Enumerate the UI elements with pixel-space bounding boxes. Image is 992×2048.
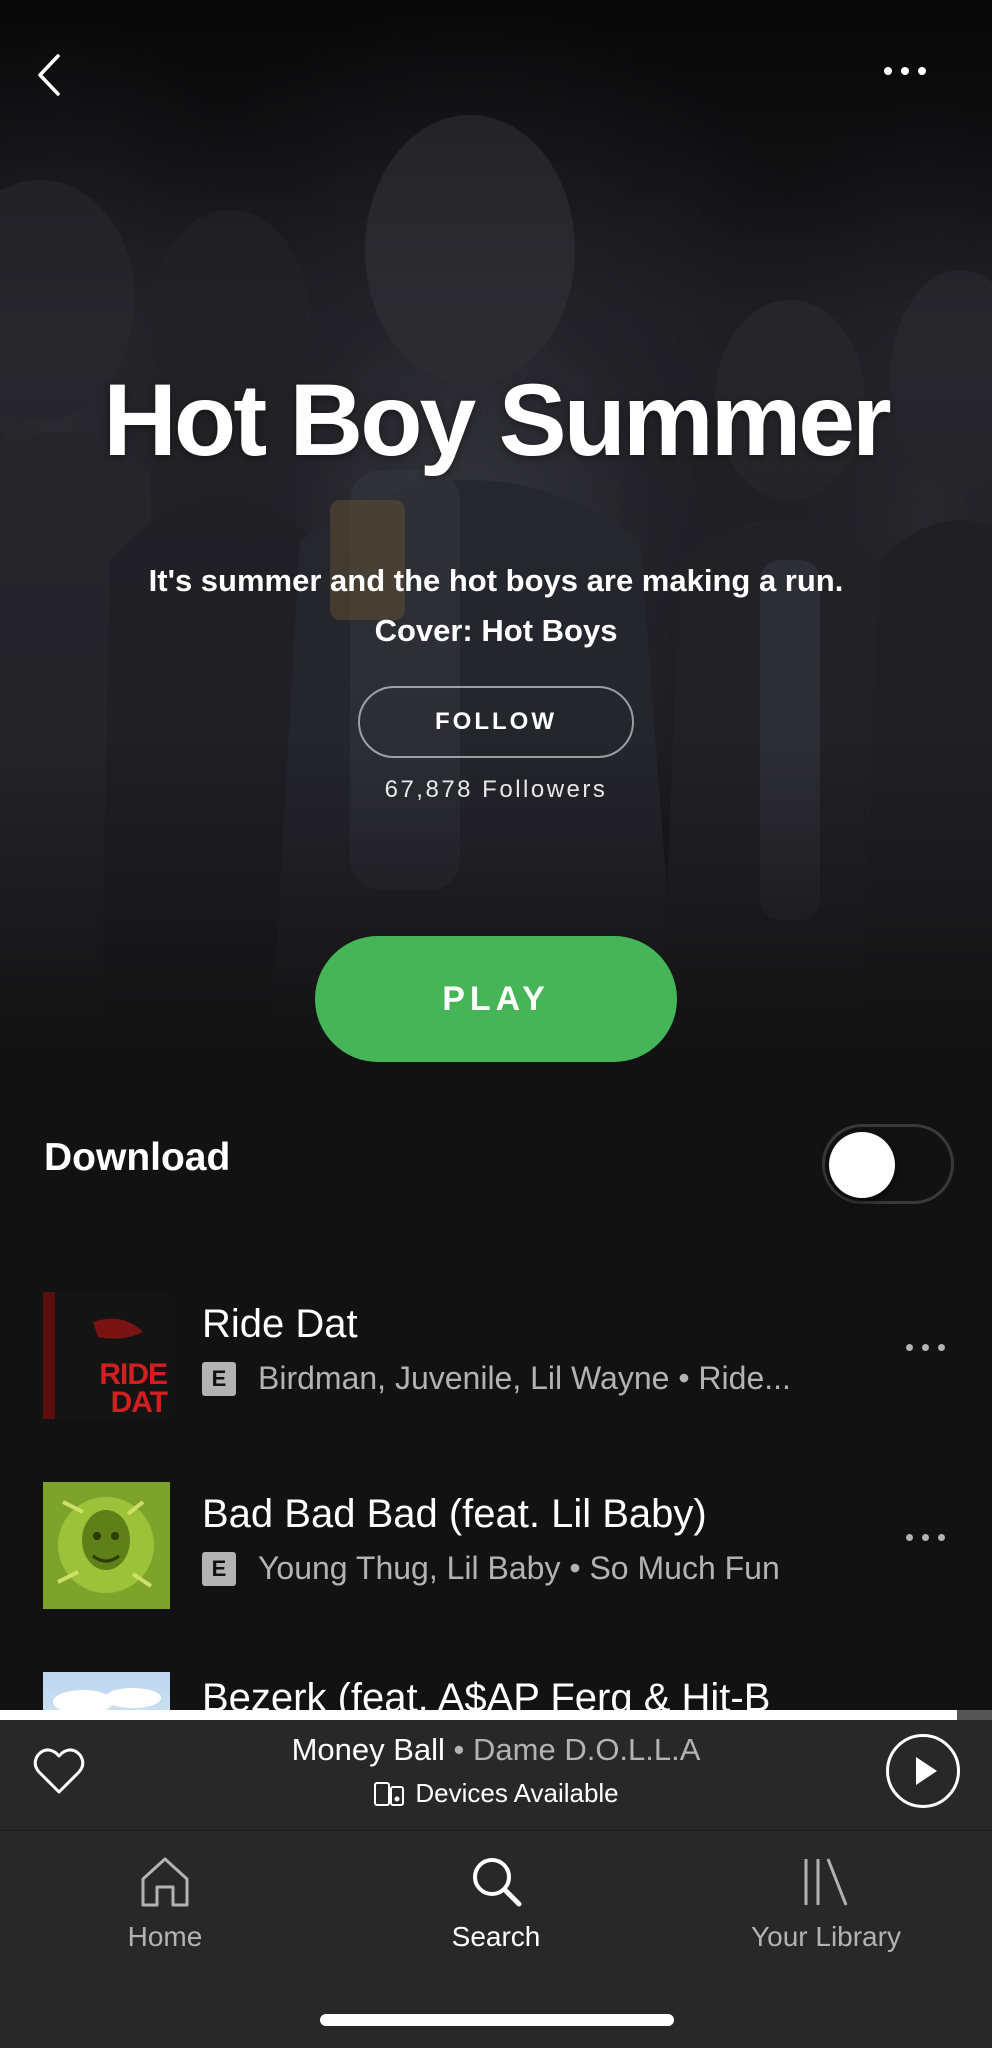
chevron-left-icon (38, 54, 60, 96)
track-row[interactable]: Bezerk (feat. A$AP Ferg & Hit-B (0, 1660, 992, 1710)
play-button[interactable]: PLAY (315, 936, 677, 1062)
home-indicator[interactable] (320, 2014, 674, 2026)
hero-gradient (0, 0, 992, 1060)
track-title: Ride Dat (202, 1302, 358, 1346)
tab-label: Search (451, 1921, 541, 1952)
description-line: It's summer and the hot boys are making … (148, 563, 844, 598)
playlist-title: Hot Boy Summer (103, 363, 891, 477)
download-toggle[interactable] (822, 1124, 954, 1204)
devices-icon (374, 1781, 405, 1806)
devices-available[interactable]: Devices Available (0, 1778, 992, 1809)
library-icon (804, 1858, 848, 1906)
more-dot-icon (922, 1534, 929, 1541)
tab-label: Your Library (751, 1921, 901, 1952)
tab-your-library[interactable]: Your Library (706, 1853, 946, 1953)
search-icon (473, 1858, 522, 1907)
more-dot-icon (906, 1534, 913, 1541)
track-title: Bad Bad Bad (feat. Lil Baby) (202, 1492, 707, 1536)
tab-home[interactable]: Home (45, 1853, 285, 1953)
toggle-knob (829, 1132, 895, 1198)
track-artists: Young Thug, Lil Baby • So Much Fun (258, 1550, 780, 1586)
followers-count: 67,878 Followers (384, 776, 608, 803)
more-dot-icon (938, 1344, 945, 1351)
more-dot-icon (938, 1534, 945, 1541)
more-dot-icon (906, 1344, 913, 1351)
progress-fill (0, 1710, 958, 1720)
more-dot-icon (918, 67, 926, 75)
more-dot-icon (901, 67, 909, 75)
devices-label: Devices Available (415, 1778, 619, 1808)
description-line: Cover: Hot Boys (374, 613, 618, 648)
track-more-button[interactable] (906, 1344, 945, 1351)
track-subtitle: E Young Thug, Lil Baby • So Much Fun (202, 1550, 780, 1587)
more-dot-icon (922, 1344, 929, 1351)
more-dot-icon (884, 67, 892, 75)
more-options-button[interactable] (884, 56, 954, 86)
track-row[interactable]: RIDE DAT Ride Dat E Birdman, Juvenile, L… (0, 1292, 992, 1422)
now-playing-track: Money Ball (291, 1732, 445, 1767)
tab-search[interactable]: Search (376, 1853, 616, 1953)
album-art: RIDE DAT (43, 1292, 170, 1419)
playback-progress-bar[interactable] (0, 1710, 992, 1720)
now-playing-info: Money Ball • Dame D.O.L.L.A (0, 1732, 992, 1768)
playlist-header (0, 0, 992, 1060)
now-playing-bar[interactable]: Money Ball • Dame D.O.L.L.A Devices Avai… (0, 1720, 992, 1830)
explicit-badge: E (202, 1551, 236, 1586)
track-subtitle: E Birdman, Juvenile, Lil Wayne • Ride... (202, 1360, 791, 1397)
album-art-text: DAT (111, 1386, 168, 1419)
now-playing-separator: • (444, 1732, 474, 1767)
explicit-badge: E (202, 1361, 236, 1396)
follow-button[interactable]: FOLLOW (358, 686, 634, 758)
playlist-description: It's summer and the hot boys are making … (60, 556, 932, 656)
home-icon (141, 1857, 189, 1907)
album-art (43, 1672, 170, 1710)
album-art (43, 1482, 170, 1609)
play-icon (916, 1757, 937, 1785)
tab-label: Home (127, 1921, 203, 1952)
download-label: Download (44, 1136, 231, 1179)
back-button[interactable] (28, 50, 72, 100)
track-artists: Birdman, Juvenile, Lil Wayne • Ride... (258, 1360, 791, 1396)
now-playing-artist: Dame D.O.L.L.A (473, 1732, 701, 1767)
track-more-button[interactable] (906, 1534, 945, 1541)
mini-play-button[interactable] (886, 1734, 960, 1808)
track-row[interactable]: Bad Bad Bad (feat. Lil Baby) E Young Thu… (0, 1482, 992, 1612)
track-title: Bezerk (feat. A$AP Ferg & Hit-B (202, 1676, 771, 1710)
track-row-partial: Bezerk (feat. A$AP Ferg & Hit-B (0, 1672, 992, 1710)
